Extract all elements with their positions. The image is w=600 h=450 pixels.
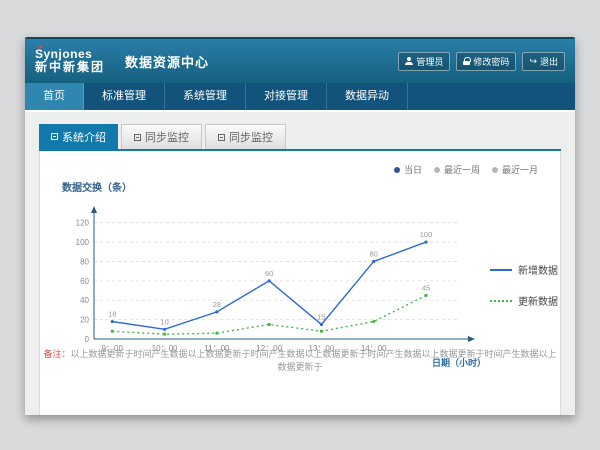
nav-item-standard-mgmt[interactable]: 标准管理 — [84, 83, 165, 110]
user-icon — [405, 57, 413, 65]
tab-bar: 系统介绍 同步监控 同步监控 — [39, 124, 561, 151]
svg-text:80: 80 — [370, 249, 378, 258]
svg-text:120: 120 — [76, 219, 90, 228]
range-legend: 当日 最近一周 最近一月 — [394, 163, 538, 176]
svg-text:18: 18 — [108, 310, 116, 319]
range-legend-week-label: 最近一周 — [444, 163, 480, 176]
admin-user-label: 管理员 — [416, 55, 443, 68]
logout-button[interactable]: ↪ 退出 — [522, 52, 565, 71]
logout-icon: ↪ — [529, 57, 537, 65]
series-legend-new-data-label: 新增数据 — [518, 262, 558, 277]
svg-text:10: 10 — [160, 317, 168, 326]
svg-text:28: 28 — [213, 300, 221, 309]
nav-item-data-change[interactable]: 数据异动 — [327, 83, 408, 110]
grid-icon — [51, 133, 58, 140]
content-area: 系统介绍 同步监控 同步监控 当日 最近一周 — [25, 112, 575, 415]
change-password-label: 修改密码 — [473, 55, 509, 68]
svg-text:100: 100 — [420, 230, 433, 239]
series-legend-new-data[interactable]: 新增数据 — [490, 262, 575, 277]
brand-logo: ✦ Synjones 新中新集团 — [35, 48, 105, 74]
star-icon: ✦ — [37, 44, 44, 53]
main-nav: 首页 标准管理 系统管理 对接管理 数据异动 — [25, 83, 575, 110]
svg-text:45: 45 — [422, 283, 430, 292]
dot-icon — [434, 167, 440, 173]
nav-item-interface-mgmt[interactable]: 对接管理 — [246, 83, 327, 110]
admin-user-button[interactable]: 管理员 — [398, 52, 450, 71]
chart-panel: 当日 最近一周 最近一月 数据交换（条） 0204060801001209：00… — [39, 151, 561, 415]
change-password-button[interactable]: 修改密码 — [456, 52, 516, 71]
blue-line-icon — [490, 269, 512, 271]
company-name: 新中新集团 — [35, 61, 105, 74]
tab-sync-monitor-2[interactable]: 同步监控 — [205, 124, 286, 149]
range-legend-month[interactable]: 最近一月 — [492, 163, 538, 176]
svg-text:20: 20 — [80, 316, 89, 325]
tab-system-intro-label: 系统介绍 — [62, 129, 106, 145]
series-legend: 新增数据 更新数据 — [490, 262, 575, 308]
header-actions: 管理员 修改密码 ↪ 退出 — [398, 52, 565, 71]
lock-icon — [463, 57, 470, 65]
tab-sync-monitor-1[interactable]: 同步监控 — [121, 124, 202, 149]
range-legend-today[interactable]: 当日 — [394, 163, 422, 176]
range-legend-month-label: 最近一月 — [502, 163, 538, 176]
tab-system-intro[interactable]: 系统介绍 — [39, 124, 118, 149]
svg-text:80: 80 — [80, 257, 89, 266]
page-title: 数据资源中心 — [125, 52, 209, 71]
tab-sync-monitor-1-label: 同步监控 — [145, 129, 189, 145]
nav-item-home[interactable]: 首页 — [25, 83, 84, 110]
svg-text:60: 60 — [265, 269, 273, 278]
footnote-prefix: 备注： — [43, 349, 70, 359]
svg-text:100: 100 — [76, 238, 90, 247]
footnote: 备注：以上数据更新于时间产生数据以上数据更新于时间产生数据以上数据更新于时间产生… — [40, 347, 560, 373]
range-legend-week[interactable]: 最近一周 — [434, 163, 480, 176]
app-header: ✦ Synjones 新中新集团 数据资源中心 管理员 修改密码 ↪ 退出 — [25, 37, 575, 83]
svg-text:15: 15 — [317, 312, 325, 321]
series-legend-update-data-label: 更新数据 — [518, 293, 558, 308]
green-dotted-line-icon — [490, 300, 512, 302]
footnote-body: 以上数据更新于时间产生数据以上数据更新于时间产生数据以上数据更新于时间产生数据以… — [71, 349, 557, 372]
logout-label: 退出 — [540, 55, 558, 68]
series-legend-update-data[interactable]: 更新数据 — [490, 293, 575, 308]
app-window: ✦ Synjones 新中新集团 数据资源中心 管理员 修改密码 ↪ 退出 首页… — [25, 37, 575, 415]
range-legend-today-label: 当日 — [404, 163, 422, 176]
y-axis-label: 数据交换（条） — [62, 179, 132, 194]
svg-text:40: 40 — [80, 296, 89, 305]
dot-icon — [492, 167, 498, 173]
nav-item-system-mgmt[interactable]: 系统管理 — [165, 83, 246, 110]
svg-text:0: 0 — [85, 335, 90, 344]
grid-icon — [134, 134, 141, 141]
tab-sync-monitor-2-label: 同步监控 — [229, 129, 273, 145]
dot-icon — [394, 167, 400, 173]
grid-icon — [218, 134, 225, 141]
svg-text:60: 60 — [80, 277, 89, 286]
